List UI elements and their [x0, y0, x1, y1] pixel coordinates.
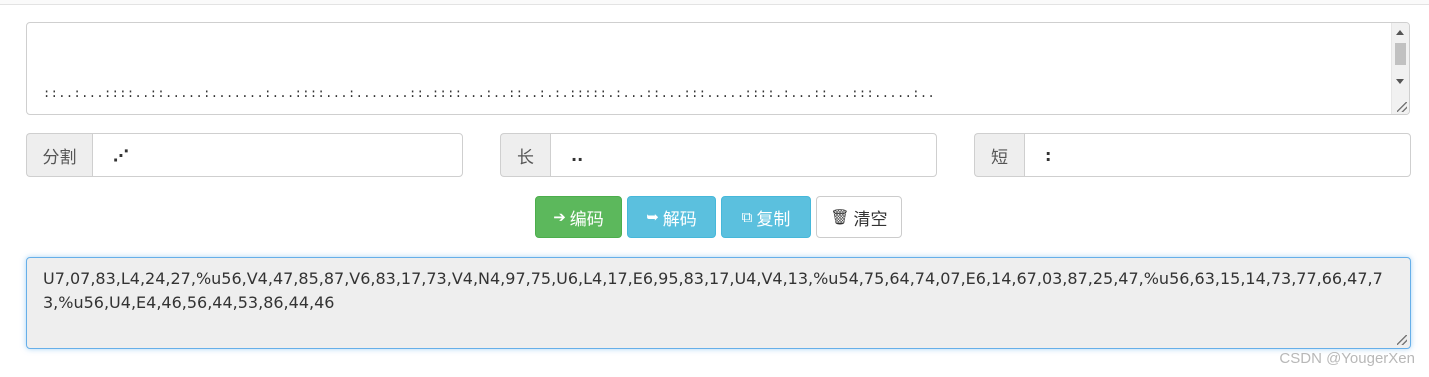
- sign-in-icon: ➔: [553, 207, 566, 226]
- long-input[interactable]: [550, 133, 937, 177]
- decode-button-label: 解码: [662, 209, 697, 230]
- encode-button[interactable]: ➔ 编码: [535, 196, 622, 238]
- long-input-group: 长: [500, 133, 937, 177]
- output-textarea[interactable]: U7,07,83,L4,24,27,%u56,V4,47,85,87,V6,83…: [26, 257, 1411, 349]
- long-label: 长: [500, 133, 550, 177]
- short-input[interactable]: [1024, 133, 1411, 177]
- separator-input[interactable]: [92, 133, 463, 177]
- copy-button[interactable]: ⧉ 复制: [721, 196, 811, 238]
- output-text[interactable]: U7,07,83,L4,24,27,%u56,V4,47,85,87,V6,83…: [43, 267, 1393, 315]
- sign-out-icon: ➥: [646, 207, 659, 226]
- encoded-line: ::..:...::::..::.....:.......:...::::...…: [43, 86, 936, 100]
- short-input-group: 短: [974, 133, 1411, 177]
- resize-grip-icon[interactable]: [1397, 102, 1407, 112]
- trash-icon: 🗑: [830, 207, 850, 226]
- resize-grip-icon[interactable]: [1397, 335, 1407, 345]
- page-top-border: [0, 0, 1429, 5]
- copy-icon: ⧉: [741, 207, 753, 226]
- separator-label: 分割: [26, 133, 92, 177]
- decode-button[interactable]: ➥ 解码: [627, 196, 716, 238]
- scrollbar-thumb[interactable]: [1395, 43, 1406, 65]
- copy-button-label: 复制: [756, 209, 791, 230]
- separator-input-group: 分割: [26, 133, 463, 177]
- short-label: 短: [974, 133, 1024, 177]
- clear-button-label: 清空: [853, 209, 888, 230]
- triangle-up-icon[interactable]: [1396, 30, 1404, 35]
- vertical-scrollbar[interactable]: [1391, 23, 1409, 114]
- triangle-down-icon[interactable]: [1396, 79, 1404, 84]
- encoded-input-text[interactable]: ::..:...::::..::.....:.......:...::::...…: [43, 33, 1383, 114]
- encoded-input-textarea[interactable]: ::..:...::::..::.....:.......:...::::...…: [26, 22, 1410, 115]
- clear-button[interactable]: 🗑 清空: [816, 196, 902, 238]
- watermark: CSDN @YougerXen: [1279, 350, 1415, 367]
- encode-button-label: 编码: [569, 209, 604, 230]
